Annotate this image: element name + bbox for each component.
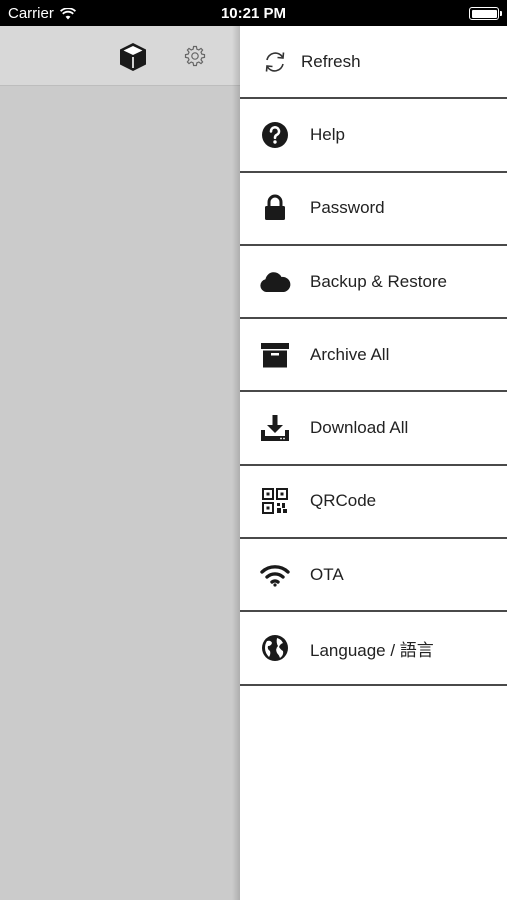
menu-item-label: Download All (310, 418, 409, 438)
cloud-icon (258, 265, 292, 299)
main-content-pane[interactable] (0, 26, 240, 900)
lock-icon (258, 191, 292, 225)
status-bar: Carrier 10:21 PM (0, 0, 507, 26)
menu-item-qrcode[interactable]: QRCode (240, 466, 507, 540)
menu-item-label: Refresh (301, 51, 361, 71)
menu-item-label: OTA (310, 564, 344, 584)
menu-item-language[interactable]: Language / 語言 (240, 612, 507, 686)
wifi-icon (258, 558, 292, 592)
menu-item-ota[interactable]: OTA (240, 539, 507, 613)
archive-icon (258, 338, 292, 372)
main-header (0, 26, 240, 86)
menu-item-password[interactable]: Password (240, 173, 507, 246)
menu-item-label: Backup & Restore (310, 271, 448, 291)
menu-item-archive-all[interactable]: Archive All (240, 319, 507, 393)
menu-item-label: Help (310, 124, 345, 144)
clock: 10:21 PM (220, 5, 287, 22)
help-icon (258, 118, 292, 152)
qrcode-icon (258, 484, 292, 518)
menu-item-help[interactable]: Help (240, 99, 507, 173)
cube-icon[interactable] (117, 41, 149, 73)
menu-item-backup-restore[interactable]: Backup & Restore (240, 246, 507, 320)
gear-icon[interactable] (183, 44, 207, 68)
download-icon (258, 411, 292, 445)
menu-item-label: QRCode (310, 491, 377, 511)
menu-item-label: Password (310, 198, 385, 218)
side-menu: Refresh Help Password Backup & Restore A… (240, 26, 507, 900)
globe-icon (258, 631, 292, 665)
menu-item-label: Language / 語言 (310, 640, 434, 660)
refresh-icon (258, 45, 292, 79)
battery-icon (469, 7, 502, 20)
menu-item-download-all[interactable]: Download All (240, 392, 507, 466)
menu-item-refresh[interactable]: Refresh (240, 26, 507, 100)
menu-item-label: Archive All (310, 344, 390, 364)
